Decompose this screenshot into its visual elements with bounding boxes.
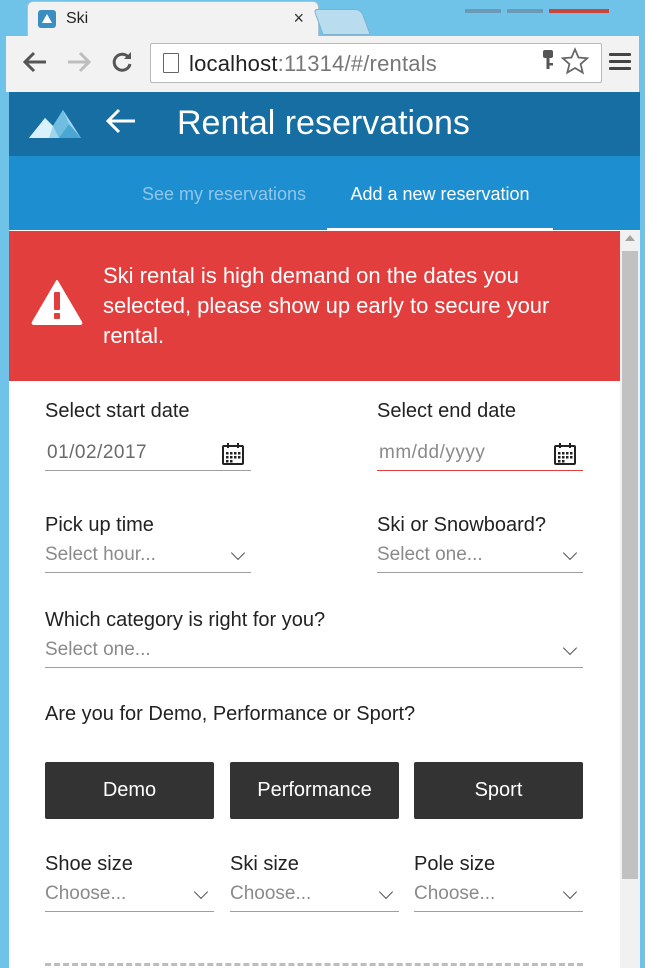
pole-size-label: Pole size — [414, 853, 496, 875]
chevron-down-icon — [562, 884, 578, 900]
end-date-input[interactable]: mm/dd/yyyy — [377, 438, 583, 471]
pickup-time-placeholder: Select hour... — [45, 544, 156, 565]
category-placeholder: Select one... — [45, 639, 151, 660]
ski-size-placeholder: Choose... — [230, 883, 312, 904]
tabs-bar: See my reservations Add a new reservatio… — [9, 156, 640, 230]
browser-tab[interactable]: Ski × — [27, 1, 319, 38]
mountain-logo-icon — [29, 106, 83, 147]
browser-toolbar: localhost:11314/#/rentals — [6, 36, 639, 92]
ski-size-select[interactable]: Choose... — [230, 879, 399, 912]
menu-icon[interactable] — [609, 53, 631, 74]
pickup-time-select[interactable]: Select hour... — [45, 540, 251, 573]
tab-title: Ski — [66, 10, 89, 27]
back-icon[interactable] — [22, 50, 48, 78]
shoe-size-placeholder: Choose... — [45, 883, 127, 904]
category-select[interactable]: Select one... — [45, 635, 583, 668]
chevron-down-icon — [562, 545, 578, 561]
app: Rental reservations See my reservations … — [9, 92, 640, 968]
new-tab-button[interactable] — [313, 9, 371, 35]
star-icon[interactable] — [560, 47, 590, 82]
performance-button[interactable]: Performance — [230, 762, 399, 819]
calendar-icon[interactable] — [553, 442, 577, 471]
pickup-time-label: Pick up time — [45, 514, 154, 536]
address-bar[interactable]: localhost:11314/#/rentals — [150, 43, 602, 83]
sport-button[interactable]: Sport — [414, 762, 583, 819]
chevron-down-icon — [230, 545, 246, 561]
alert-message: Ski rental is high demand on the dates y… — [103, 263, 550, 348]
pole-size-placeholder: Choose... — [414, 883, 496, 904]
end-date-placeholder: mm/dd/yyyy — [379, 442, 486, 463]
tab-see-reservations[interactable]: See my reservations — [119, 156, 329, 230]
start-date-input[interactable]: 01/02/2017 — [45, 438, 251, 471]
url-text[interactable]: localhost:11314/#/rentals — [189, 51, 437, 77]
back-arrow-icon[interactable] — [105, 102, 137, 144]
level-question-label: Are you for Demo, Performance or Sport? — [45, 703, 416, 725]
chevron-down-icon — [562, 640, 578, 656]
start-date-value: 01/02/2017 — [47, 442, 148, 463]
section-divider — [45, 963, 583, 966]
app-header: Rental reservations — [9, 92, 640, 156]
close-icon[interactable]: × — [293, 8, 304, 29]
ski-or-snowboard-placeholder: Select one... — [377, 544, 483, 565]
high-demand-alert: Ski rental is high demand on the dates y… — [9, 231, 620, 381]
start-date-label: Select start date — [45, 400, 190, 422]
favicon-icon — [38, 10, 56, 28]
key-icon[interactable] — [541, 49, 555, 77]
pole-size-select[interactable]: Choose... — [414, 879, 583, 912]
calendar-icon[interactable] — [221, 442, 245, 471]
scrollbar[interactable] — [620, 231, 640, 968]
scroll-up-icon[interactable] — [625, 235, 635, 241]
demo-button[interactable]: Demo — [45, 762, 214, 819]
warning-icon — [31, 279, 83, 330]
shoe-size-select[interactable]: Choose... — [45, 879, 214, 912]
forward-icon[interactable] — [66, 50, 92, 78]
ski-or-snowboard-label: Ski or Snowboard? — [377, 514, 546, 536]
chevron-down-icon — [378, 884, 394, 900]
reload-icon[interactable] — [110, 50, 134, 78]
chevron-down-icon — [193, 884, 209, 900]
category-label: Which category is right for you? — [45, 609, 326, 631]
end-date-label: Select end date — [377, 400, 516, 422]
ski-or-snowboard-select[interactable]: Select one... — [377, 540, 583, 573]
window-controls — [465, 0, 645, 13]
tab-add-reservation[interactable]: Add a new reservation — [327, 156, 553, 230]
page-title: Rental reservations — [177, 104, 470, 142]
scroll-thumb[interactable] — [622, 251, 638, 879]
page-icon — [163, 53, 179, 73]
shoe-size-label: Shoe size — [45, 853, 133, 875]
ski-size-label: Ski size — [230, 853, 299, 875]
